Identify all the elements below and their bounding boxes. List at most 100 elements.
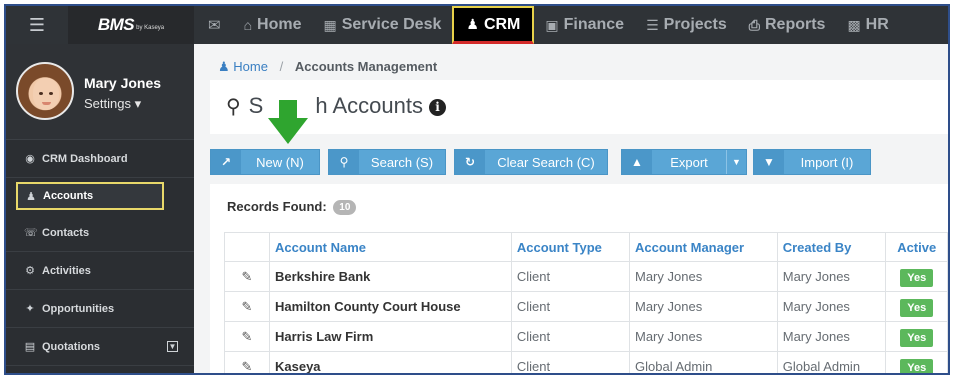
export-button[interactable]: ▲ Export ▼: [621, 149, 747, 175]
nav-hr-label: HR: [865, 16, 889, 33]
active-cell: Yes: [885, 321, 948, 352]
sidebar-item-label: CRM Dashboard: [42, 152, 128, 165]
edit-icon[interactable]: ✎: [224, 261, 270, 292]
envelope-icon[interactable]: ✉: [194, 6, 233, 44]
nav-crm-label: CRM: [483, 15, 521, 33]
sitemap-icon: ▦: [323, 16, 337, 33]
account-name-cell[interactable]: Harris Law Firm: [269, 321, 512, 352]
chevron-down-icon[interactable]: ▼: [726, 150, 746, 174]
list-icon: ☰: [646, 16, 659, 33]
nav-service-desk-label: Service Desk: [341, 16, 442, 33]
column-account-name[interactable]: Account Name: [269, 232, 512, 262]
breadcrumb-home-label: Home: [233, 59, 268, 74]
sidebar-item-contacts[interactable]: ☏ Contacts: [6, 214, 194, 252]
nav-crm[interactable]: ♟ CRM: [452, 6, 535, 44]
account-name-cell[interactable]: Berkshire Bank: [269, 261, 512, 292]
table-row: ✎ Hamilton County Court House Client Mar…: [224, 291, 948, 322]
sidebar-item-label: Accounts: [43, 190, 94, 202]
bms-logo[interactable]: BMS by Kaseya: [68, 6, 194, 44]
sidebar-item-crm-dashboard[interactable]: ◉ CRM Dashboard: [6, 140, 194, 178]
column-account-type[interactable]: Account Type: [510, 232, 631, 262]
breadcrumb-separator: /: [279, 59, 284, 74]
chevron-down-icon[interactable]: ▼: [167, 341, 178, 352]
active-badge: Yes: [900, 269, 934, 287]
sidebar-item-opportunities[interactable]: ✦ Opportunities: [6, 290, 194, 328]
sidebar-item-label: Quotations: [42, 340, 101, 353]
nav-hr[interactable]: ▩ HR: [836, 6, 899, 44]
nav-service-desk[interactable]: ▦ Service Desk: [313, 6, 453, 44]
nav-projects[interactable]: ☰ Projects: [635, 6, 738, 44]
nav-home-label: Home: [257, 16, 302, 33]
external-link-icon: ↗: [211, 150, 241, 174]
active-cell: Yes: [885, 261, 948, 292]
nav-home[interactable]: ⌂ Home: [233, 6, 313, 44]
nav-reports[interactable]: ⎙ Reports: [738, 6, 837, 44]
search-icon: ⚲: [226, 96, 241, 118]
settings-dropdown[interactable]: Settings ▾: [84, 96, 141, 112]
breadcrumb: ♟ Home / Accounts Management: [218, 59, 437, 75]
breadcrumb-current: Accounts Management: [294, 59, 438, 74]
new-button[interactable]: ↗ New (N): [210, 149, 320, 175]
sidebar-item-quotations[interactable]: ▤ Quotations ▼: [6, 328, 194, 366]
edit-icon[interactable]: ✎: [224, 321, 270, 352]
records-found-label: Records Found:: [227, 199, 327, 214]
cogs-icon: ⚙: [25, 265, 35, 277]
profile-name: Mary Jones: [84, 75, 162, 91]
avatar-face: [33, 78, 59, 110]
nav-finance[interactable]: ▣ Finance: [534, 6, 635, 44]
account-type-cell: Client: [510, 351, 631, 373]
clear-search-button[interactable]: ↻ Clear Search (C): [454, 149, 608, 175]
magic-wand-icon: ✦: [25, 303, 35, 315]
active-badge: Yes: [900, 329, 934, 347]
column-created-by[interactable]: Created By: [776, 232, 887, 262]
top-navbar: ☰ BMS by Kaseya ✉ ⌂ Home ▦ Service Desk …: [6, 6, 948, 44]
sidebar-item-label: Activities: [42, 264, 91, 277]
print-icon: ⎙: [748, 16, 760, 33]
active-cell: Yes: [885, 291, 948, 322]
title-panel: ⚲ Sh Accounts i: [210, 80, 948, 134]
search-button[interactable]: ⚲ Search (S): [328, 149, 446, 175]
account-type-cell: Client: [510, 291, 631, 322]
account-name-cell[interactable]: Kaseya: [269, 351, 512, 373]
hamburger-menu-icon[interactable]: ☰: [6, 6, 68, 44]
logo-by-text: by Kaseya: [136, 25, 165, 31]
import-button[interactable]: ▼ Import (I): [753, 149, 871, 175]
clear-search-button-label: Clear Search (C): [497, 154, 595, 170]
nav-reports-label: Reports: [764, 16, 826, 33]
breadcrumb-home[interactable]: ♟ Home: [218, 59, 268, 74]
export-button-label: Export: [670, 154, 708, 170]
created-by-cell: Mary Jones: [776, 261, 887, 292]
import-icon: ▼: [754, 150, 784, 174]
avatar-eye-left: [39, 92, 43, 95]
sidebar-item-activities[interactable]: ⚙ Activities: [6, 252, 194, 290]
import-button-label: Import (I): [800, 154, 854, 170]
sidebar-item-label: Opportunities: [42, 302, 115, 315]
main-content: ♟ Home / Accounts Management ⚲ Sh Account…: [194, 44, 948, 373]
edit-icon[interactable]: ✎: [224, 291, 270, 322]
table-row: ✎ Berkshire Bank Client Mary Jones Mary …: [224, 261, 948, 292]
account-name-cell[interactable]: Hamilton County Court House: [269, 291, 512, 322]
records-found: Records Found: 10: [227, 199, 357, 215]
action-toolbar: ↗ New (N) ⚲ Search (S) ↻ Clear Search (C…: [210, 138, 948, 176]
results-panel: Records Found: 10 Account Name Account T…: [210, 184, 948, 373]
column-active[interactable]: Active: [885, 232, 948, 262]
edit-icon[interactable]: ✎: [224, 351, 270, 373]
created-by-cell: Global Admin: [776, 351, 887, 373]
logo-text: BMS: [97, 15, 135, 34]
table-row: ✎ Harris Law Firm Client Mary Jones Mary…: [224, 321, 948, 352]
sidebar-item-label: Contacts: [42, 226, 90, 239]
column-account-manager[interactable]: Account Manager: [629, 232, 778, 262]
table-header-row: Account Name Account Type Account Manage…: [224, 232, 948, 262]
avatar[interactable]: [16, 62, 74, 120]
search-icon: ⚲: [329, 150, 359, 174]
account-type-cell: Client: [510, 321, 631, 352]
active-badge: Yes: [900, 359, 934, 373]
export-icon: ▲: [622, 150, 652, 174]
info-icon[interactable]: i: [428, 99, 446, 116]
money-icon: ▣: [545, 16, 559, 33]
account-manager-cell: Mary Jones: [629, 261, 778, 292]
page-title-left: S: [248, 93, 264, 118]
app-window: ☰ BMS by Kaseya ✉ ⌂ Home ▦ Service Desk …: [4, 4, 950, 375]
sidebar-item-accounts[interactable]: ♟ Accounts: [16, 182, 164, 210]
sidebar: Mary Jones Settings ▾ ◉ CRM Dashboard ♟ …: [6, 44, 194, 373]
